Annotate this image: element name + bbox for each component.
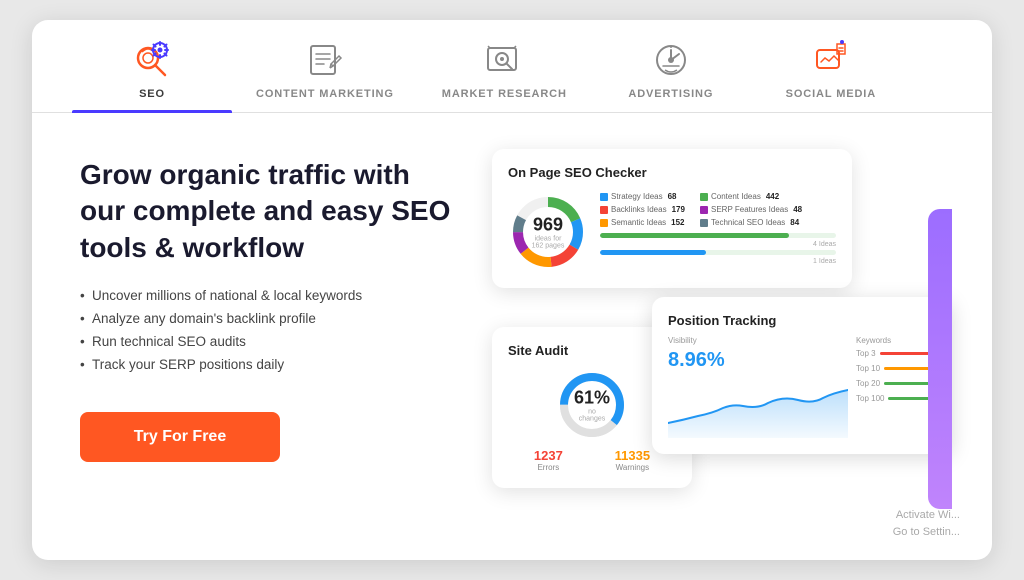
position-tracking-card: Position Tracking Visibility 8.96% (652, 297, 952, 454)
seo-score-sub: ideas for162 pages (532, 236, 565, 250)
tab-content-marketing[interactable]: CONTENT MARKETING (232, 20, 418, 112)
visibility-label: Visibility (668, 336, 856, 345)
tab-social-media[interactable]: SOCIAL MEDIA (751, 20, 911, 112)
audit-errors-label: Errors (534, 463, 563, 472)
site-audit-title: Site Audit (508, 343, 676, 358)
stat-label-1: Content Ideas (711, 192, 761, 201)
prog-label-2: 1 Ideas (813, 258, 836, 265)
social-media-icon (809, 38, 853, 82)
audit-warnings-value: 11335 (615, 448, 650, 463)
feature-item-4: Track your SERP positions daily (80, 357, 460, 372)
keywords-label: Keywords (856, 336, 936, 345)
stat-value-4: 152 (671, 218, 684, 227)
feature-item-3: Run technical SEO audits (80, 334, 460, 349)
tab-social-label: SOCIAL MEDIA (786, 88, 876, 100)
market-research-icon (482, 38, 526, 82)
tab-seo-label: SEO (139, 88, 165, 100)
visibility-value: 8.96% (668, 349, 856, 372)
hero-heading: Grow organic traffic with our complete a… (80, 157, 460, 266)
nav-tabs: SEO CONTENT MARKETING (32, 20, 992, 113)
activate-windows-watermark: Activate Wi... Go to Settin... (893, 507, 960, 540)
cta-button[interactable]: Try For Free (80, 412, 280, 462)
audit-sub: no changes (574, 409, 610, 423)
progress-bars: 4 Ideas 1 Ideas (600, 233, 836, 265)
seo-checker-card: On Page SEO Checker (492, 149, 852, 288)
left-panel: Grow organic traffic with our complete a… (80, 149, 460, 524)
side-accent (928, 209, 952, 509)
keywords-section: Keywords Top 3 Top 10 Top 20 (856, 336, 936, 438)
stat-value-2: 179 (672, 205, 685, 214)
feature-item-2: Analyze any domain's backlink profile (80, 311, 460, 326)
watermark-line2: Go to Settin... (893, 524, 960, 541)
seo-donut-chart: 969 ideas for162 pages (508, 192, 588, 272)
kw-label-1: Top 10 (856, 364, 880, 373)
tab-advertising[interactable]: ADVERTISING (591, 20, 751, 112)
position-title: Position Tracking (668, 313, 936, 328)
stat-label-5: Technical SEO Ideas (711, 218, 785, 227)
prog-label-1: 4 Ideas (813, 241, 836, 248)
seo-score: 969 (533, 215, 563, 235)
audit-stats: 1237 Errors 11335 Warnings (508, 448, 676, 472)
right-panel: On Page SEO Checker (492, 149, 944, 524)
seo-stats: Strategy Ideas 68 Content Ideas 442 (600, 192, 836, 265)
audit-warnings-label: Warnings (615, 463, 650, 472)
kw-label-0: Top 3 (856, 349, 876, 358)
seo-icon (130, 38, 174, 82)
content-marketing-icon (303, 38, 347, 82)
stat-value-0: 68 (668, 192, 677, 201)
tab-market-label: MARKET RESEARCH (442, 88, 567, 100)
stat-label-4: Semantic Ideas (611, 218, 666, 227)
kw-label-2: Top 20 (856, 379, 880, 388)
main-card: SEO CONTENT MARKETING (32, 20, 992, 560)
visibility-chart (668, 378, 856, 438)
stat-value-5: 84 (790, 218, 799, 227)
feature-item-1: Uncover millions of national & local key… (80, 288, 460, 303)
visibility-section: Visibility 8.96% (668, 336, 856, 438)
watermark-line1: Activate Wi... (893, 507, 960, 524)
audit-pct: 61% (574, 388, 610, 409)
seo-checker-title: On Page SEO Checker (508, 165, 836, 180)
kw-label-3: Top 100 (856, 394, 884, 403)
tab-market-research[interactable]: MARKET RESEARCH (418, 20, 591, 112)
stat-label-2: Backlinks Ideas (611, 205, 667, 214)
tab-content-label: CONTENT MARKETING (256, 88, 394, 100)
audit-errors-value: 1237 (534, 448, 563, 463)
stat-label-3: SERP Features Ideas (711, 205, 788, 214)
main-content: Grow organic traffic with our complete a… (32, 113, 992, 560)
stat-label-0: Strategy Ideas (611, 192, 663, 201)
stat-value-3: 48 (793, 205, 802, 214)
tab-seo[interactable]: SEO (72, 20, 232, 112)
feature-list: Uncover millions of national & local key… (80, 288, 460, 380)
stat-value-1: 442 (766, 192, 779, 201)
tab-advertising-label: ADVERTISING (628, 88, 713, 100)
advertising-icon (649, 38, 693, 82)
